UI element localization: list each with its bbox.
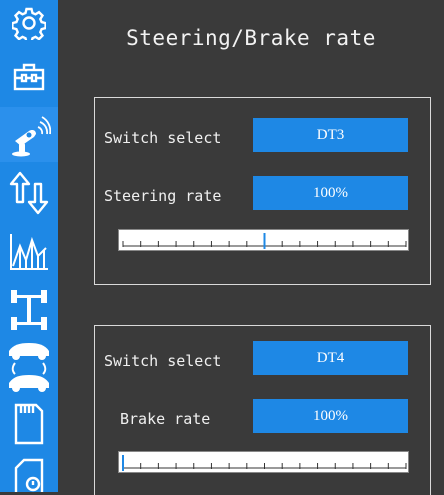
gear-icon xyxy=(12,7,46,40)
steering-rate-label: Steering rate xyxy=(104,187,222,205)
sidebar-item-storage[interactable] xyxy=(0,398,58,450)
brake-switch-select[interactable]: DT4 xyxy=(253,341,408,375)
sidebar-item-mix[interactable] xyxy=(0,337,58,395)
sidebar xyxy=(0,0,58,492)
steering-rate-slider[interactable] xyxy=(118,229,409,251)
transmitter-icon xyxy=(12,115,51,156)
brake-rate-slider[interactable] xyxy=(118,451,409,473)
sidebar-item-chassis[interactable] xyxy=(0,285,58,335)
sidebar-item-reverse[interactable] xyxy=(0,166,58,220)
brake-panel: Switch select DT4 Brake rate 100% xyxy=(94,325,431,495)
sidebar-item-tools[interactable] xyxy=(0,52,58,102)
page-title: Steering/Brake rate xyxy=(126,26,376,50)
steering-slider-scale xyxy=(122,233,407,249)
sd-card-icon xyxy=(14,403,44,445)
steering-panel: Switch select DT3 Steering rate 100% xyxy=(94,97,431,285)
curve-chart-icon xyxy=(10,234,48,270)
brake-rate-label: Brake rate xyxy=(120,410,211,428)
brake-slider-scale xyxy=(122,455,407,471)
main-panel: Steering/Brake rate Switch select DT3 St… xyxy=(58,0,444,495)
sidebar-item-curve[interactable] xyxy=(0,224,58,280)
steering-switch-label: Switch select xyxy=(104,129,222,147)
steering-switch-select[interactable]: DT3 xyxy=(253,118,408,152)
reverse-arrows-icon xyxy=(9,171,49,215)
sidebar-item-info[interactable] xyxy=(0,458,58,492)
sidebar-item-settings[interactable] xyxy=(0,2,58,44)
sidebar-item-transmitter[interactable] xyxy=(0,107,58,162)
steering-rate-value[interactable]: 100% xyxy=(253,176,408,210)
car-mix-icon xyxy=(9,343,49,392)
chassis-icon xyxy=(11,290,47,330)
brake-switch-label: Switch select xyxy=(104,352,222,370)
info-card-icon xyxy=(14,458,44,492)
toolbox-icon xyxy=(13,63,45,91)
brake-rate-value[interactable]: 100% xyxy=(253,399,408,433)
